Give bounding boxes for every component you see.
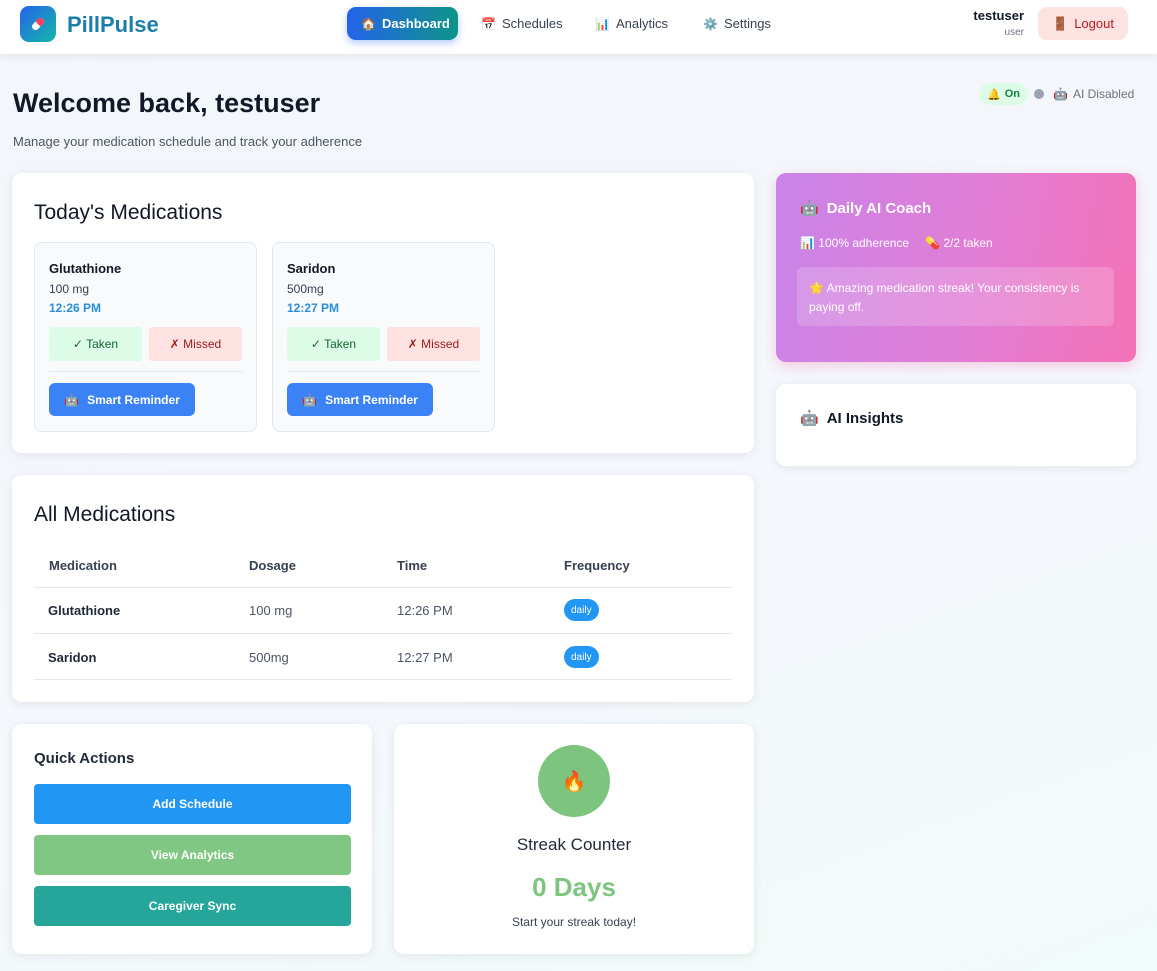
mark-missed-button[interactable]: ✗ Missed xyxy=(387,327,480,361)
notifications-status: On xyxy=(1004,88,1020,100)
cell-time: 12:27 PM xyxy=(397,650,453,665)
streak-caption: Start your streak today! xyxy=(511,915,637,929)
ai-status-label: AI Disabled xyxy=(1072,87,1135,101)
logout-button[interactable]: 🚪 Logout xyxy=(1038,7,1128,40)
adherence-value: 100% adherence xyxy=(818,236,910,250)
cell-dosage: 100 mg xyxy=(249,603,293,618)
chart-icon: 📊 xyxy=(595,16,610,31)
brand-name[interactable]: PillPulse xyxy=(67,12,159,38)
medication-time: 12:26 PM xyxy=(49,301,102,315)
column-header-medication: Medication xyxy=(49,558,117,573)
section-title: All Medications xyxy=(34,503,176,526)
streak-title: Streak Counter xyxy=(516,835,632,854)
frequency-badge: daily xyxy=(564,599,599,621)
nav-label: Settings xyxy=(723,16,771,31)
medication-dosage: 100 mg xyxy=(49,282,90,296)
frequency-badge: daily xyxy=(564,646,599,668)
mark-taken-button[interactable]: ✓ Taken xyxy=(287,327,380,361)
ai-status-dot xyxy=(1034,89,1044,99)
star-icon: 🌟 xyxy=(809,281,824,295)
bell-icon: 🔔 xyxy=(987,88,1001,101)
pill-logo-icon[interactable] xyxy=(20,6,56,42)
coach-message: 🌟 Amazing medication streak! Your consis… xyxy=(797,267,1114,326)
smart-reminder-label: Smart Reminder xyxy=(87,392,180,407)
nav-analytics[interactable]: 📊 Analytics xyxy=(581,7,682,40)
ai-insights-card: 🤖 AI Insights xyxy=(776,384,1136,466)
nav-dashboard[interactable]: 🏠 Dashboard xyxy=(347,7,458,40)
top-navbar: PillPulse 🏠 Dashboard 📅 Schedules 📊 Anal… xyxy=(0,0,1157,54)
fire-icon: 🔥 xyxy=(561,770,587,793)
mark-missed-button[interactable]: ✗ Missed xyxy=(149,327,242,361)
ai-insights-title: 🤖 AI Insights xyxy=(800,409,904,428)
cell-medication: Saridon xyxy=(48,650,97,665)
home-icon: 🏠 xyxy=(361,16,376,31)
caregiver-sync-button[interactable]: Caregiver Sync xyxy=(34,886,351,926)
medication-name: Saridon xyxy=(287,261,336,276)
cell-time: 12:26 PM xyxy=(397,603,453,618)
streak-value: 0 Days xyxy=(532,872,616,902)
add-schedule-button[interactable]: Add Schedule xyxy=(34,784,351,824)
calendar-icon: 📅 xyxy=(481,16,496,31)
view-analytics-button[interactable]: View Analytics xyxy=(34,835,351,875)
taken-value: 2/2 taken xyxy=(943,236,993,250)
smart-reminder-button[interactable]: 🤖 Smart Reminder xyxy=(287,383,433,416)
nav-settings[interactable]: ⚙️ Settings xyxy=(689,7,785,40)
mark-taken-button[interactable]: ✓ Taken xyxy=(49,327,142,361)
ai-insights-label: AI Insights xyxy=(826,409,904,427)
nav-label: Dashboard xyxy=(381,16,450,31)
door-icon: 🚪 xyxy=(1052,15,1069,31)
nav-label: Schedules xyxy=(501,16,563,31)
logout-label: Logout xyxy=(1074,16,1114,31)
robot-icon: 🤖 xyxy=(800,410,819,427)
medication-card: Glutathione 100 mg 12:26 PM ✓ Taken ✗ Mi… xyxy=(34,242,257,432)
smart-reminder-button[interactable]: 🤖 Smart Reminder xyxy=(49,383,195,416)
column-header-frequency: Frequency xyxy=(564,558,630,573)
smart-reminder-label: Smart Reminder xyxy=(325,392,418,407)
streak-badge: 🔥 xyxy=(538,745,610,817)
column-header-time: Time xyxy=(397,558,428,573)
divider xyxy=(49,371,242,372)
adherence-stat: 📊 100% adherence xyxy=(800,236,909,250)
page-subtitle: Manage your medication schedule and trac… xyxy=(13,134,363,149)
user-role: user xyxy=(1004,27,1024,38)
coach-title-label: Daily AI Coach xyxy=(826,199,932,217)
medication-name: Glutathione xyxy=(49,261,122,276)
coach-message-text: Amazing medication streak! Your consiste… xyxy=(809,281,1080,314)
taken-stat: 💊 2/2 taken xyxy=(925,236,993,250)
user-name: testuser xyxy=(973,8,1024,23)
table-divider xyxy=(34,633,732,634)
medication-time: 12:27 PM xyxy=(287,301,340,315)
quick-actions-title: Quick Actions xyxy=(34,750,135,767)
cell-medication: Glutathione xyxy=(48,603,121,618)
all-medications-card: All Medications xyxy=(12,475,754,702)
divider xyxy=(287,371,480,372)
robot-icon: 🤖 xyxy=(1053,87,1068,101)
section-title: Today's Medications xyxy=(34,201,223,224)
medication-dosage: 500mg xyxy=(287,282,324,296)
todays-medications-card: Today's Medications Glutathione 100 mg 1… xyxy=(12,173,754,453)
robot-icon: 🤖 xyxy=(64,392,80,407)
daily-ai-coach-card: 🤖 Daily AI Coach 📊 100% adherence 💊 2/2 … xyxy=(776,173,1136,362)
pill-icon: 💊 xyxy=(925,236,940,250)
chart-icon: 📊 xyxy=(800,236,815,250)
nav-label: Analytics xyxy=(615,16,668,31)
table-divider xyxy=(34,587,732,588)
nav-schedules[interactable]: 📅 Schedules xyxy=(467,7,577,40)
medication-card: Saridon 500mg 12:27 PM ✓ Taken ✗ Missed … xyxy=(272,242,495,432)
robot-icon: 🤖 xyxy=(800,200,819,217)
coach-stats: 📊 100% adherence 💊 2/2 taken xyxy=(800,236,993,250)
coach-title: 🤖 Daily AI Coach xyxy=(800,199,932,218)
notifications-toggle[interactable]: 🔔 On xyxy=(979,83,1028,105)
column-header-dosage: Dosage xyxy=(249,558,296,573)
page-title: Welcome back, testuser xyxy=(13,88,321,118)
cell-dosage: 500mg xyxy=(249,650,289,665)
robot-icon: 🤖 xyxy=(302,392,318,407)
ai-status: 🤖 AI Disabled xyxy=(1053,87,1134,101)
gear-icon: ⚙️ xyxy=(703,16,718,31)
table-divider xyxy=(34,679,732,680)
